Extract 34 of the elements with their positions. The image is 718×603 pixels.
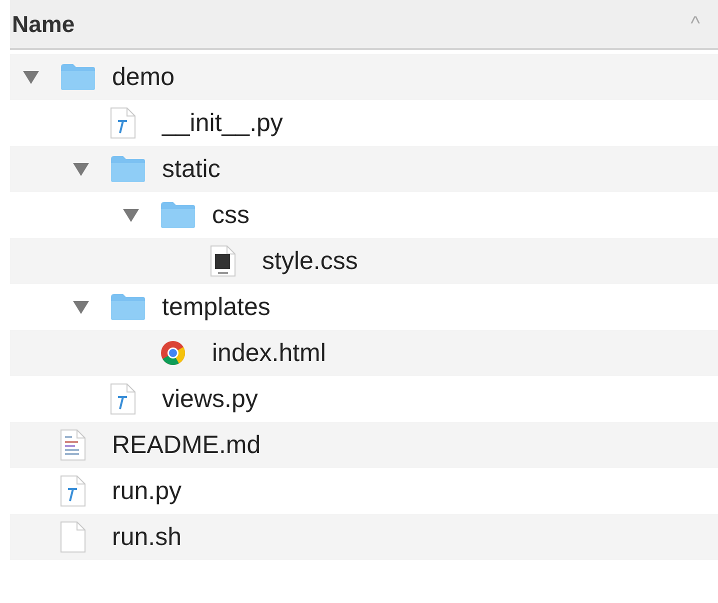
disclosure-triangle-icon[interactable] xyxy=(22,69,40,85)
script-file-icon xyxy=(60,475,86,507)
file-name: __init__.py xyxy=(162,108,283,138)
folder-icon xyxy=(110,155,146,183)
tree-row[interactable]: run.sh xyxy=(10,514,718,560)
file-name: css xyxy=(212,200,250,230)
file-name: views.py xyxy=(162,384,258,414)
column-title: Name xyxy=(12,10,75,38)
disclosure-triangle-icon[interactable] xyxy=(72,161,90,177)
file-name: run.py xyxy=(112,476,182,506)
tree-row[interactable]: style.css xyxy=(10,238,718,284)
tree-row[interactable]: README.md xyxy=(10,422,718,468)
folder-icon xyxy=(110,293,146,321)
script-file-icon xyxy=(110,107,136,139)
folder-icon xyxy=(60,63,96,91)
file-name: index.html xyxy=(212,338,326,368)
file-name: run.sh xyxy=(112,522,182,552)
file-name: style.css xyxy=(262,246,358,276)
file-name: templates xyxy=(162,292,270,322)
file-name: demo xyxy=(112,62,175,92)
disclosure-triangle-icon[interactable] xyxy=(122,207,140,223)
tree-row[interactable]: demo xyxy=(10,54,718,100)
tree-row[interactable]: index.html xyxy=(10,330,718,376)
file-name: README.md xyxy=(112,430,261,460)
tree-row[interactable]: static xyxy=(10,146,718,192)
script-file-icon xyxy=(110,383,136,415)
column-header[interactable]: Name ^ xyxy=(10,0,718,50)
file-icon xyxy=(60,521,86,553)
disclosure-triangle-icon[interactable] xyxy=(72,299,90,315)
color-wheel-icon xyxy=(160,340,186,366)
document-icon xyxy=(210,245,236,277)
text-file-icon xyxy=(60,429,86,461)
file-name: static xyxy=(162,154,220,184)
folder-icon xyxy=(160,201,196,229)
